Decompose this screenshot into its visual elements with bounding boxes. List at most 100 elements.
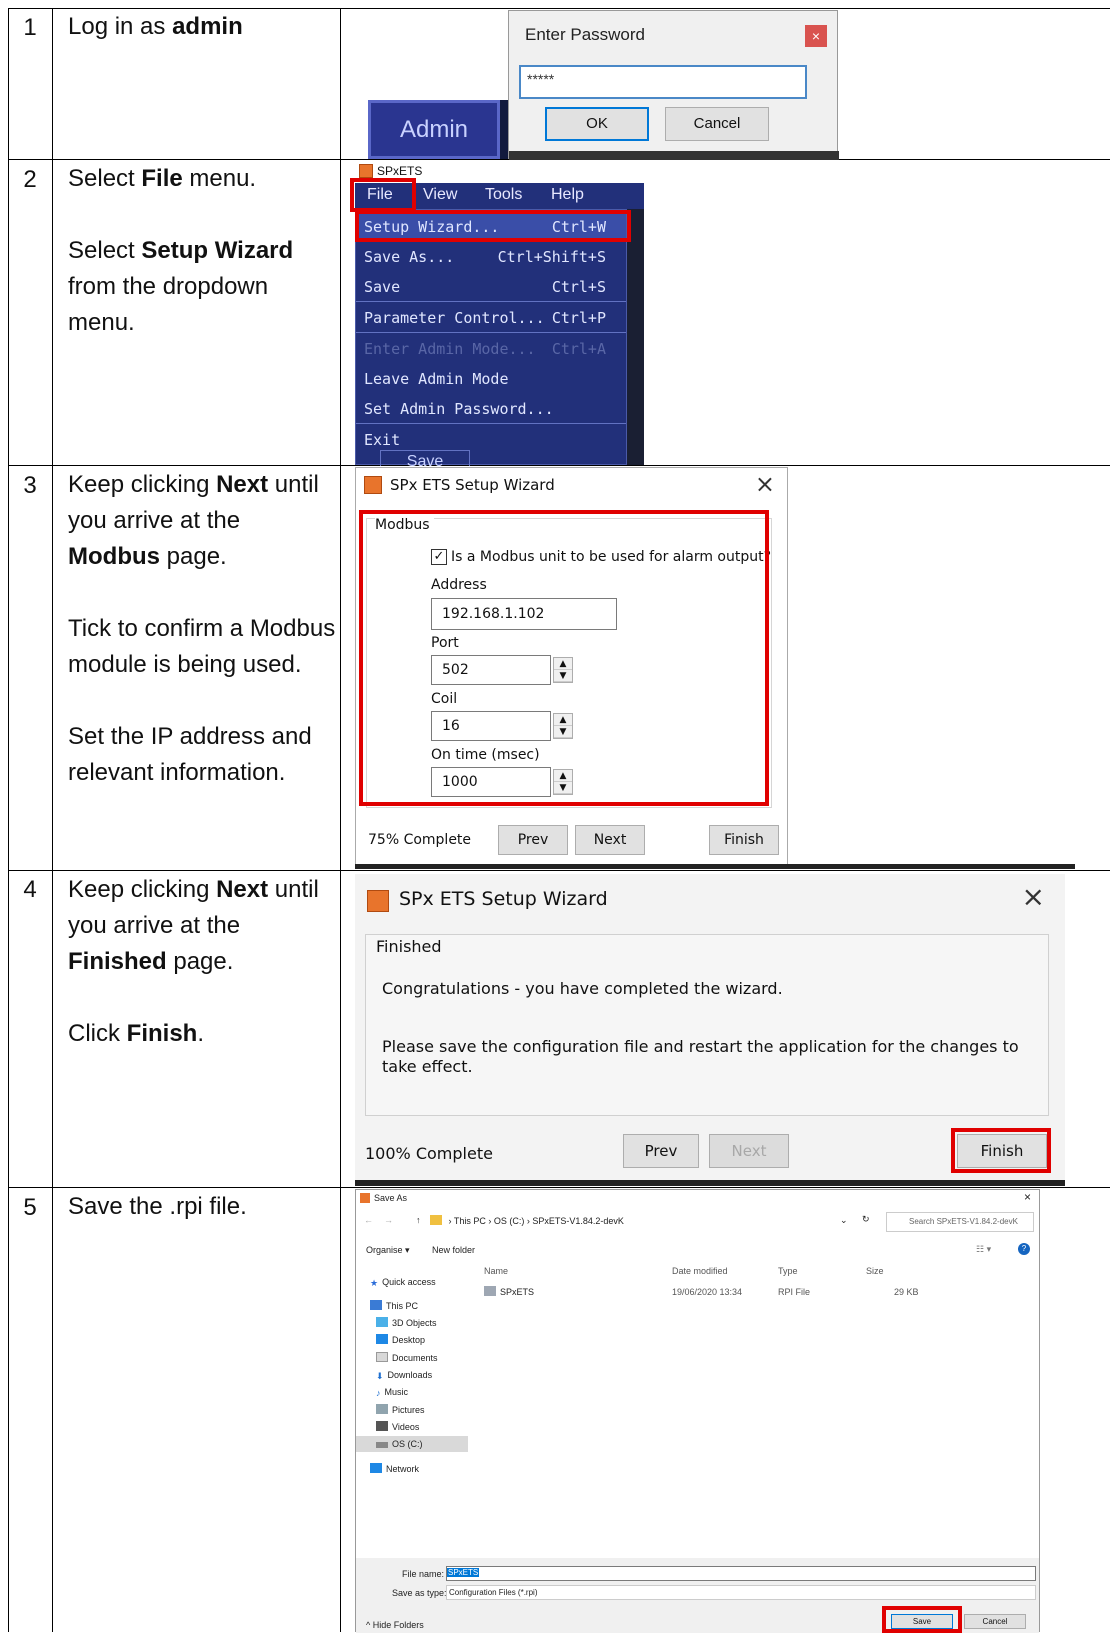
close-icon[interactable]: × (1022, 880, 1045, 913)
hide-folders-button[interactable]: ^ Hide Folders (366, 1620, 424, 1630)
congrats-text: Congratulations - you have completed the… (382, 979, 783, 998)
nav-network[interactable]: Network (370, 1461, 419, 1477)
wizard-title: SPx ETS Setup Wizard (390, 476, 555, 494)
nav-pane: ★ Quick access This PC 3D Objects Desktop… (356, 1268, 468, 1558)
organise-button[interactable]: Organise ▾ (366, 1245, 410, 1256)
step4-instruction: Keep clicking Next until you arrive at t… (68, 876, 319, 1047)
menu-item-parameter-control[interactable]: Parameter Control... Ctrl+P (356, 303, 626, 333)
filename-input[interactable]: SPxETS (446, 1566, 1036, 1581)
savetype-select[interactable]: Configuration Files (*.rpi) (446, 1585, 1036, 1600)
finished-group: Finished Congratulations - you have comp… (365, 934, 1049, 1116)
filename-label: File name: (402, 1569, 445, 1579)
step2-screenshot: SPxETS File View Tools Help Setup Wizard… (350, 161, 644, 466)
prev-button[interactable]: Prev (623, 1134, 699, 1168)
progress-label: 100% Complete (365, 1144, 493, 1163)
menu-help[interactable]: Help (551, 186, 584, 204)
nav-3d-objects[interactable]: 3D Objects (376, 1315, 437, 1331)
nav-os-c[interactable]: OS (C:) (356, 1436, 468, 1452)
step2-instruction: Select File menu. Select Setup Wizard fr… (68, 165, 294, 336)
progress-label: 75% Complete (368, 832, 472, 848)
folder-icon (430, 1215, 442, 1225)
instruction-table: 1 2 3 4 5 Log in as admin Select File me… (0, 0, 1110, 1633)
highlight-save (882, 1606, 962, 1633)
dropdown-icon[interactable]: ⌄ (840, 1215, 848, 1226)
help-icon[interactable]: ? (1018, 1243, 1030, 1255)
step4-wizard-window: SPx ETS Setup Wizard × Finished Congratu… (355, 874, 1065, 1186)
back-icon[interactable]: ← (364, 1215, 373, 1225)
search-input[interactable]: Search SPxETS-V1.84.2-devK (886, 1212, 1034, 1232)
menu-view[interactable]: View (423, 186, 457, 204)
next-button: Next (709, 1134, 789, 1168)
menu-item-enter-admin: Enter Admin Mode... Ctrl+A (364, 340, 606, 358)
partial-save-button: Save (380, 450, 470, 466)
menu-item-leave-admin[interactable]: Leave Admin Mode (356, 364, 626, 394)
nav-desktop[interactable]: Desktop (376, 1332, 425, 1348)
close-icon[interactable]: × (805, 25, 827, 47)
menu-tools[interactable]: Tools (485, 186, 522, 204)
dialog-title: Enter Password (525, 25, 645, 44)
nav-this-pc[interactable]: This PC (370, 1298, 418, 1314)
step-number: 4 (23, 876, 37, 903)
column-size[interactable]: Size (866, 1266, 884, 1276)
highlight-finish (951, 1128, 1051, 1173)
breadcrumb[interactable]: › This PC › OS (C:) › SPxETS-V1.84.2-dev… (430, 1212, 850, 1232)
save-as-dialog: Save As × ← → ↑ › This PC › OS (C:) › SP… (355, 1189, 1040, 1633)
file-dropdown: Setup Wizard... Ctrl+W Save As... Ctrl+Shi… (355, 209, 627, 466)
column-name[interactable]: Name (484, 1266, 508, 1276)
finish-button[interactable]: Finish (709, 825, 779, 855)
nav-pictures[interactable]: Pictures (376, 1402, 425, 1418)
menu-item-set-password[interactable]: Set Admin Password... (356, 394, 626, 424)
refresh-icon[interactable]: ↻ (862, 1214, 870, 1225)
column-type[interactable]: Type (778, 1266, 798, 1276)
app-icon (367, 890, 389, 912)
menu-item-save[interactable]: Save Ctrl+S (356, 272, 626, 302)
step3-wizard-window: SPx ETS Setup Wizard × Modbus ✓ Is a Mod… (355, 467, 788, 869)
nav-downloads[interactable]: ⬇ Downloads (376, 1367, 432, 1383)
nav-documents[interactable]: Documents (376, 1350, 438, 1366)
step3-instruction: Keep clicking Next until you arrive at t… (68, 471, 336, 786)
highlight-file (350, 178, 416, 212)
nav-videos[interactable]: Videos (376, 1419, 419, 1435)
menu-item-save-as[interactable]: Save As... Ctrl+Shift+S (356, 242, 626, 272)
password-input[interactable]: ***** (519, 65, 807, 99)
step1-screenshot: Admin Enter Password × ***** OK Cancel (368, 10, 839, 160)
filename-panel: File name: SPxETS Save as type: Configur… (356, 1558, 1039, 1633)
step-number: 1 (23, 14, 37, 41)
savetype-label: Save as type: (392, 1588, 447, 1598)
file-icon (484, 1286, 496, 1296)
step-number: 3 (23, 472, 37, 499)
table-row[interactable]: SPxETS 19/06/2020 13:34 RPI File 29 KB (484, 1284, 924, 1300)
highlight-setup-wizard (355, 210, 631, 242)
save-as-titlebar: Save As × (356, 1190, 1039, 1206)
view-icon[interactable]: ☷ ▾ (976, 1244, 991, 1255)
prev-button[interactable]: Prev (498, 825, 568, 855)
column-date[interactable]: Date modified (672, 1266, 728, 1276)
next-button[interactable]: Next (575, 825, 645, 855)
ok-button[interactable]: OK (545, 107, 649, 141)
cancel-button[interactable]: Cancel (964, 1614, 1026, 1629)
instruction-text: Please save the configuration file and r… (382, 1037, 1019, 1076)
app-icon (359, 164, 373, 178)
cancel-button[interactable]: Cancel (665, 107, 769, 141)
up-icon[interactable]: ↑ (416, 1215, 421, 1225)
step5-instruction: Save the .rpi file. (68, 1193, 247, 1220)
nav-quick-access[interactable]: ★ Quick access (370, 1274, 436, 1290)
wizard-title: SPx ETS Setup Wizard (399, 888, 608, 910)
file-list: Name Date modified Type Size SPxETS 19/0… (474, 1262, 1039, 1558)
wizard-titlebar: SPx ETS Setup Wizard × (356, 468, 787, 502)
step-number: 2 (23, 166, 37, 193)
new-folder-button[interactable]: New folder (432, 1245, 475, 1255)
close-icon[interactable]: × (1024, 1190, 1031, 1204)
step1-instruction: Log in as admin (68, 13, 243, 40)
close-icon[interactable]: × (755, 470, 775, 498)
nav-music[interactable]: ♪ Music (376, 1384, 408, 1400)
admin-button[interactable]: Admin (368, 100, 500, 159)
app-icon (360, 1193, 370, 1203)
forward-icon[interactable]: → (384, 1215, 393, 1225)
step-number: 5 (23, 1194, 37, 1221)
app-title: SPxETS (377, 164, 423, 178)
password-dialog: Enter Password × ***** OK Cancel (508, 10, 839, 160)
dialog-title: Save As (374, 1193, 408, 1203)
app-icon (364, 476, 382, 494)
group-label: Finished (376, 937, 442, 956)
